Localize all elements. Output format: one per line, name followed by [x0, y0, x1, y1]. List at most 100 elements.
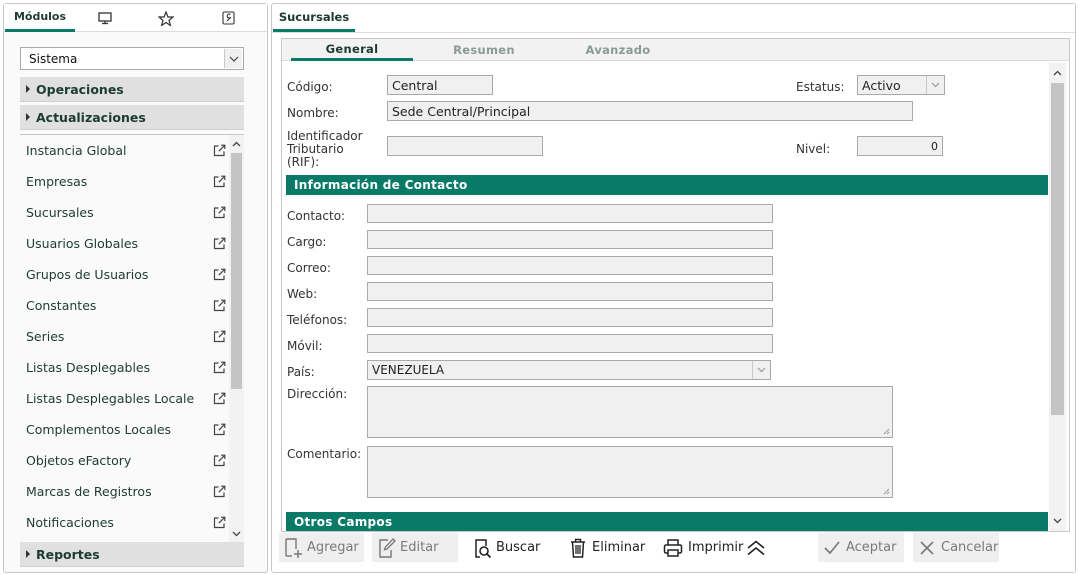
agregar-label: Agregar	[307, 540, 359, 555]
movil-label: Móvil:	[287, 339, 323, 353]
nombre-field[interactable]: Sede Central/Principal	[387, 101, 913, 121]
star-icon[interactable]	[151, 4, 181, 32]
external-link-icon[interactable]	[213, 175, 226, 188]
tab-resumen[interactable]: Resumen	[423, 39, 545, 61]
menu-item-constantes[interactable]: Constantes	[20, 290, 228, 321]
menu-item-series[interactable]: Series	[20, 321, 228, 352]
menu-scrollbar[interactable]	[229, 135, 244, 542]
menu-item-label: Instancia Global	[26, 143, 127, 158]
menu-item-complementos-locales[interactable]: Complementos Locales	[20, 414, 228, 445]
aceptar-button[interactable]: Aceptar	[818, 533, 904, 562]
contact-section-title: Información de Contacto	[294, 178, 468, 192]
external-link-icon[interactable]	[213, 361, 226, 374]
estatus-value: Activo	[862, 77, 901, 93]
chevron-up-icon[interactable]	[1051, 67, 1064, 79]
menu-item-listas-desplegables-locale[interactable]: Listas Desplegables Locale	[20, 383, 228, 414]
group-reportes[interactable]: Reportes	[20, 542, 244, 567]
external-link-icon[interactable]	[213, 299, 226, 312]
menu-item-usuarios-globales[interactable]: Usuarios Globales	[20, 228, 228, 259]
menu-item-instancia-global[interactable]: Instancia Global	[20, 135, 228, 166]
group-operaciones-label: Operaciones	[36, 81, 124, 97]
comentario-textarea[interactable]	[367, 446, 893, 498]
menu-item-notificaciones[interactable]: Notificaciones	[20, 507, 228, 538]
movil-field[interactable]	[367, 334, 773, 353]
chevron-down-icon[interactable]	[224, 49, 242, 68]
external-link-icon[interactable]	[213, 237, 226, 250]
correo-field[interactable]	[367, 256, 773, 275]
nombre-label: Nombre:	[287, 106, 339, 120]
telefonos-label: Teléfonos:	[287, 313, 348, 327]
external-link-icon[interactable]	[213, 330, 226, 343]
tab-modules-label: Módulos	[13, 10, 67, 23]
agregar-button[interactable]: Agregar	[279, 533, 364, 562]
modules-panel: Módulos Sistema Operaciones Actualizacio…	[3, 3, 268, 573]
group-actualizaciones-label: Actualizaciones	[36, 109, 146, 125]
menu-item-grupos-de-usuarios[interactable]: Grupos de Usuarios	[20, 259, 228, 290]
otros-section-header: Otros Campos	[286, 512, 1048, 531]
rif-label-line-3: (RIF):	[287, 155, 320, 169]
external-link-icon[interactable]	[213, 206, 226, 219]
close-icon	[917, 538, 937, 558]
wrench-icon[interactable]	[213, 4, 243, 32]
imprimir-button[interactable]: Imprimir	[658, 533, 743, 562]
menu-item-sucursales[interactable]: Sucursales	[20, 197, 228, 228]
resize-grip-icon[interactable]	[882, 427, 890, 435]
menu-item-marcas-de-registros[interactable]: Marcas de Registros	[20, 476, 228, 507]
web-field[interactable]	[367, 282, 773, 301]
collapse-toolbar-button[interactable]	[744, 533, 770, 562]
tab-avanzado[interactable]: Avanzado	[557, 39, 679, 61]
cancelar-label: Cancelar	[941, 540, 999, 555]
tab-general[interactable]: General	[291, 39, 413, 61]
menu-item-label: Complementos Locales	[26, 422, 172, 437]
group-operaciones[interactable]: Operaciones	[20, 77, 244, 102]
module-select[interactable]: Sistema	[20, 47, 244, 70]
external-link-icon[interactable]	[213, 144, 226, 157]
tab-sucursales[interactable]: Sucursales	[273, 4, 355, 32]
external-link-icon[interactable]	[213, 454, 226, 467]
pais-select[interactable]: VENEZUELA	[367, 360, 771, 380]
external-link-icon[interactable]	[213, 516, 226, 529]
chevron-down-icon[interactable]	[926, 76, 944, 94]
contacto-field[interactable]	[367, 204, 773, 223]
buscar-button[interactable]: Buscar	[468, 533, 548, 562]
menu-item-empresas[interactable]: Empresas	[20, 166, 228, 197]
menu-item-objetos-efactory[interactable]: Objetos eFactory	[20, 445, 228, 476]
double-chevron-up-icon	[746, 539, 766, 557]
comentario-label: Comentario:	[287, 447, 362, 461]
chevron-down-icon[interactable]	[752, 361, 770, 379]
external-link-icon[interactable]	[213, 485, 226, 498]
form-container: General Resumen Avanzado Código: Central…	[281, 38, 1070, 532]
codigo-field[interactable]: Central	[387, 75, 493, 95]
cargo-label: Cargo:	[287, 235, 327, 249]
eliminar-label: Eliminar	[592, 540, 646, 555]
editar-button[interactable]: Editar	[372, 533, 458, 562]
group-actualizaciones[interactable]: Actualizaciones	[20, 105, 244, 130]
chevron-up-icon[interactable]	[231, 138, 242, 150]
telefonos-field[interactable]	[367, 308, 773, 327]
menu-list: Instancia Global Empresas Sucursales Usu…	[20, 134, 244, 542]
cargo-field[interactable]	[367, 230, 773, 249]
tab-modules[interactable]: Módulos	[5, 4, 75, 32]
cancelar-button[interactable]: Cancelar	[913, 533, 999, 562]
chevron-down-icon[interactable]	[231, 528, 242, 540]
contact-section-header: Información de Contacto	[286, 175, 1048, 195]
menu-item-label: Usuarios Globales	[26, 236, 139, 251]
chevron-down-icon[interactable]	[1051, 515, 1064, 527]
divider	[272, 32, 1075, 33]
menu-item-listas-desplegables[interactable]: Listas Desplegables	[20, 352, 228, 383]
eliminar-button[interactable]: Eliminar	[564, 533, 648, 562]
nivel-field[interactable]: 0	[857, 136, 943, 156]
external-link-icon[interactable]	[213, 392, 226, 405]
checkmark-icon	[822, 538, 842, 558]
tab-avanzado-label: Avanzado	[585, 43, 651, 57]
form-scrollbar[interactable]	[1049, 63, 1066, 531]
rif-field[interactable]	[387, 136, 543, 156]
estatus-select[interactable]: Activo	[857, 75, 945, 95]
external-link-icon[interactable]	[213, 268, 226, 281]
monitor-icon[interactable]	[90, 4, 120, 32]
scrollbar-thumb[interactable]	[1051, 83, 1064, 415]
resize-grip-icon[interactable]	[882, 487, 890, 495]
direccion-textarea[interactable]	[367, 386, 893, 438]
external-link-icon[interactable]	[213, 423, 226, 436]
scrollbar-thumb[interactable]	[231, 153, 242, 389]
